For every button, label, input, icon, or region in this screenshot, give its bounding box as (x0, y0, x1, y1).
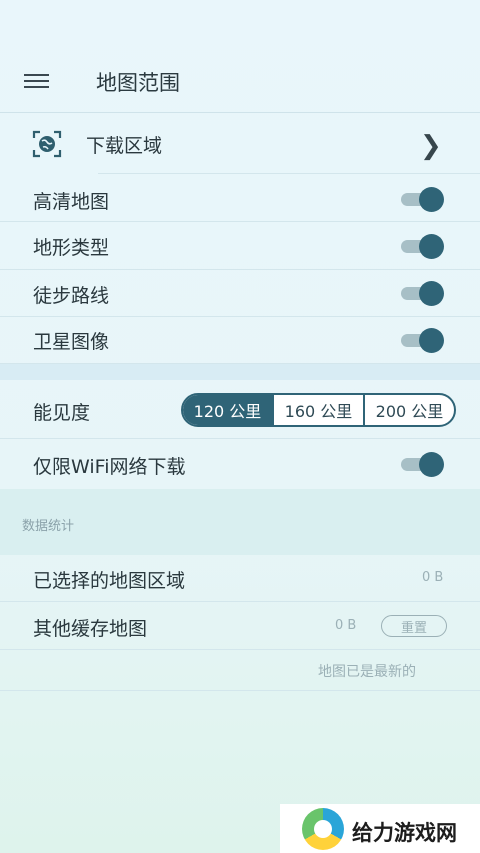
menu-icon[interactable] (24, 72, 50, 90)
other-cache-size: 0 B (335, 618, 357, 633)
hd-map-toggle[interactable] (401, 187, 445, 212)
visibility-option-200[interactable]: 200 公里 (363, 395, 454, 425)
map-update-status: 地图已是最新的 (318, 664, 416, 680)
page-title: 地图范围 (96, 71, 180, 95)
chevron-right-icon[interactable]: ❯ (420, 131, 442, 161)
satellite-label: 卫星图像 (33, 331, 110, 353)
visibility-option-120[interactable]: 120 公里 (183, 395, 272, 425)
selected-regions-label: 已选择的地图区域 (33, 570, 186, 592)
section-divider (0, 364, 480, 380)
watermark-text: 给力游戏网 (352, 821, 457, 845)
terrain-label: 地形类型 (33, 237, 110, 259)
terrain-toggle[interactable] (401, 234, 445, 259)
other-cache-label: 其他缓存地图 (33, 618, 148, 640)
visibility-label: 能见度 (33, 402, 91, 424)
stats-title: 数据统计 (22, 519, 75, 534)
reset-button[interactable]: 重置 (381, 615, 447, 637)
hiking-toggle[interactable] (401, 281, 445, 306)
visibility-segmented-control[interactable]: 120 公里 160 公里 200 公里 (181, 393, 456, 427)
download-area-label: 下载区域 (86, 135, 163, 157)
watermark-logo-icon (302, 808, 344, 850)
visibility-option-160[interactable]: 160 公里 (272, 395, 363, 425)
download-area-row[interactable] (0, 113, 480, 173)
watermark: 给力游戏网 (280, 804, 480, 853)
hiking-label: 徒步路线 (33, 285, 110, 307)
wifi-only-toggle[interactable] (401, 452, 445, 477)
selected-regions-size: 0 B (422, 570, 444, 585)
globe-scan-icon (32, 130, 62, 158)
satellite-toggle[interactable] (401, 328, 445, 353)
app-header: 地图范围 (0, 0, 480, 113)
wifi-only-label: 仅限WiFi网络下载 (33, 456, 186, 478)
hd-map-label: 高清地图 (33, 191, 110, 213)
